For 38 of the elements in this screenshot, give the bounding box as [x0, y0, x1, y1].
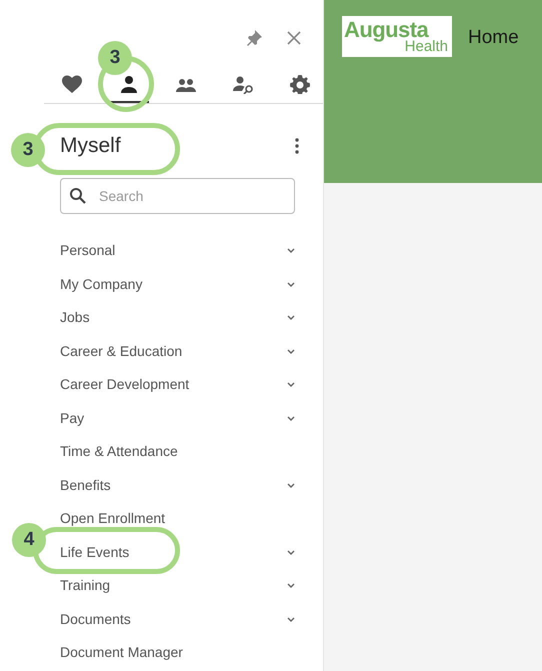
chevron-down-icon[interactable] [287, 315, 295, 320]
chevron-down-icon[interactable] [287, 583, 295, 588]
menu-item[interactable]: Documents [60, 608, 131, 630]
menu-item[interactable]: Career & Education [60, 340, 182, 362]
chevron-down-icon[interactable] [287, 282, 295, 287]
menu-item[interactable]: Life Events [60, 542, 130, 563]
close-icon[interactable] [287, 31, 301, 45]
page-title: Home [468, 26, 519, 50]
menu-item[interactable]: Jobs [60, 307, 90, 328]
menu-item[interactable]: Open Enrollment [60, 508, 166, 530]
menu-item[interactable]: Training [60, 575, 110, 596]
gear-icon [289, 74, 311, 94]
person-icon [118, 74, 140, 94]
chevron-down-icon[interactable] [287, 616, 295, 622]
chevron-down-icon[interactable] [287, 382, 295, 388]
heart-icon [61, 74, 83, 94]
chevron-down-icon[interactable] [287, 416, 295, 421]
more-options-icon[interactable] [295, 138, 299, 154]
section-title: Myself [60, 133, 121, 160]
pin-icon[interactable] [245, 29, 263, 47]
chevron-down-icon[interactable] [287, 482, 295, 488]
menu-item[interactable]: Personal [60, 240, 116, 262]
menu-item[interactable]: Time & Attendance [60, 441, 178, 462]
menu-item[interactable]: My Company [60, 274, 142, 295]
step-badge: 3 [98, 41, 132, 75]
chevron-down-icon[interactable] [287, 550, 295, 555]
chevron-down-icon[interactable] [287, 248, 295, 254]
search-field[interactable]: Search [60, 178, 295, 214]
chevron-down-icon[interactable] [287, 348, 295, 354]
step-badge: 4 [12, 523, 46, 557]
menu-item[interactable]: Pay [60, 408, 84, 429]
person-key-icon [232, 74, 254, 94]
menu-item[interactable]: Career Development [60, 374, 190, 396]
step-badge: 3 [11, 133, 45, 167]
menu-item[interactable]: Benefits [60, 474, 111, 496]
logo: Augusta Health [342, 16, 452, 57]
search-icon [69, 187, 87, 205]
menu-item[interactable]: Document Manager [60, 642, 183, 664]
